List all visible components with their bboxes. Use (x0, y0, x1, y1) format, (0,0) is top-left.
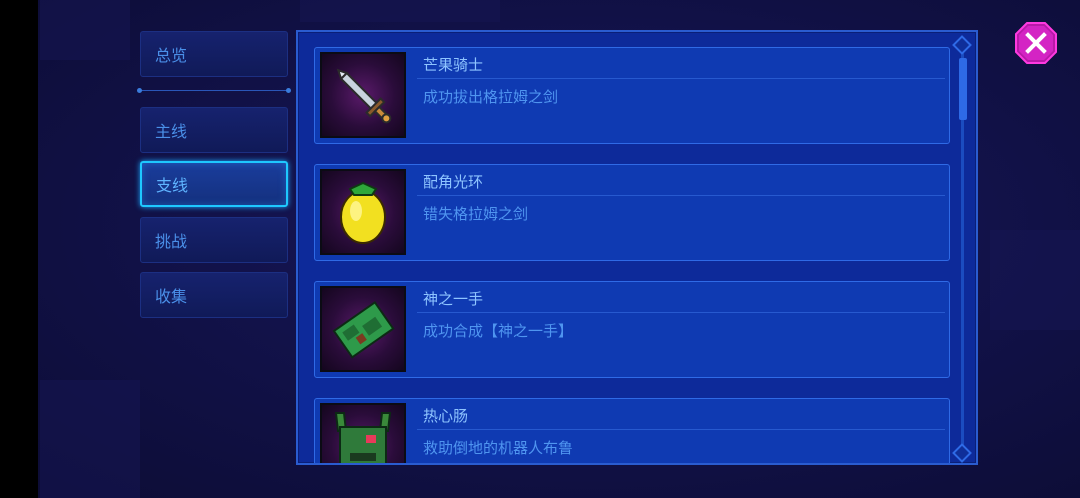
tab-label: 挑战 (155, 232, 188, 251)
tab-challenge[interactable]: 挑战 (140, 217, 288, 263)
achievement-title: 神之一手 (423, 290, 484, 308)
tab-overview[interactable]: 总览 (140, 31, 288, 77)
achievement-description: 错失格拉姆之剑 (423, 205, 529, 223)
tab-collection[interactable]: 收集 (140, 272, 288, 318)
close-icon (1015, 22, 1057, 64)
robot-head-icon (320, 403, 406, 463)
background-tile (300, 0, 500, 22)
achievement-description: 成功拔出格拉姆之剑 (423, 88, 559, 106)
background-tile (990, 230, 1080, 330)
card-divider (417, 78, 945, 79)
background-tile (40, 380, 140, 498)
achievement-title: 芒果骑士 (423, 56, 484, 74)
sword-icon (320, 52, 406, 138)
sidebar-divider (140, 90, 288, 91)
close-button[interactable] (1015, 22, 1057, 64)
achievement-description: 成功合成【神之一手】 (423, 322, 574, 340)
card-divider (417, 195, 945, 196)
achievement-list[interactable]: 芒果骑士 成功拔出格拉姆之剑 配角光环 错失格拉姆之剑 神之一手 成功合成【神之… (296, 30, 978, 465)
achievement-card[interactable]: 神之一手 成功合成【神之一手】 (314, 281, 950, 378)
mango-icon (320, 169, 406, 255)
achievement-title: 热心肠 (423, 407, 469, 425)
achievement-description: 救助倒地的机器人布鲁 (423, 439, 574, 457)
background-tile (40, 0, 130, 60)
divider-dot (137, 88, 142, 93)
tab-label: 支线 (156, 176, 189, 195)
card-divider (417, 312, 945, 313)
tab-main-quest[interactable]: 主线 (140, 107, 288, 153)
achievement-card[interactable]: 芒果骑士 成功拔出格拉姆之剑 (314, 47, 950, 144)
achievement-card[interactable]: 配角光环 错失格拉姆之剑 (314, 164, 950, 261)
scrollbar-thumb[interactable] (959, 58, 967, 120)
game-screen: 总览 主线 支线 挑战 收集 芒果骑士 成功拔出格拉姆之剑 配角光环 错失格拉姆… (0, 0, 1080, 498)
card-divider (417, 429, 945, 430)
tab-label: 总览 (155, 46, 188, 65)
achievement-card[interactable]: 热心肠 救助倒地的机器人布鲁 (314, 398, 950, 463)
tab-label: 收集 (155, 287, 188, 306)
green-glove-icon (320, 286, 406, 372)
achievement-title: 配角光环 (423, 173, 484, 191)
screen-edge (0, 0, 38, 498)
tab-label: 主线 (155, 122, 188, 141)
tab-side-quest[interactable]: 支线 (140, 161, 288, 207)
divider-dot (286, 88, 291, 93)
